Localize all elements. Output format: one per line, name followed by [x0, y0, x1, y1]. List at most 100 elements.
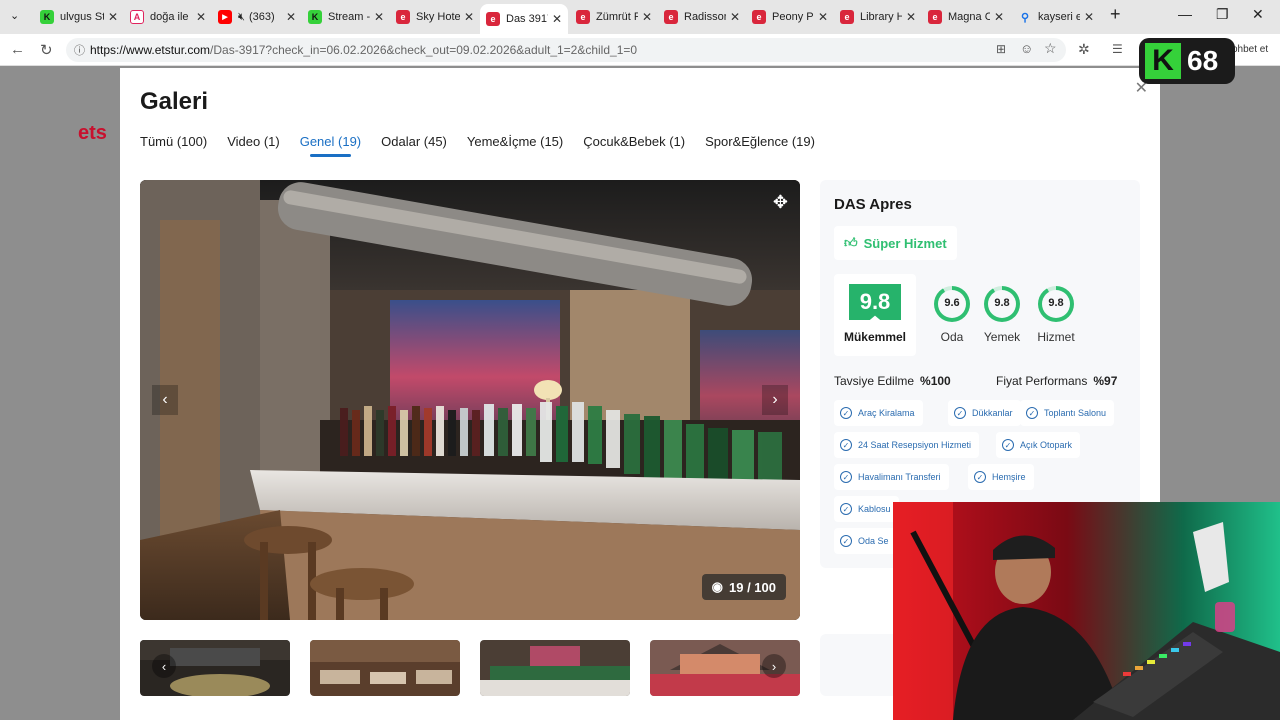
browser-tab-2[interactable]: A doğa ile ✕	[124, 4, 212, 30]
check-circle-icon: ✓	[954, 407, 966, 419]
tab-rooms[interactable]: Odalar (45)	[381, 134, 447, 157]
thumbnail-image	[480, 640, 630, 696]
url-host: https://www.etstur.com	[90, 43, 211, 57]
back-arrow-icon[interactable]: ←	[10, 41, 25, 58]
tab-list-chevron-icon[interactable]: ⌄	[10, 9, 19, 22]
browser-tab-3[interactable]: ▶ 🔇︎ (363) ✕	[212, 4, 302, 30]
tab-general[interactable]: Genel (19)	[300, 134, 361, 157]
tab-kids-baby[interactable]: Çocuk&Bebek (1)	[583, 134, 685, 157]
amenity-chip: ✓ Açık Otopark	[996, 432, 1081, 458]
close-tab-icon[interactable]: ✕	[108, 10, 118, 24]
check-circle-icon: ✓	[974, 471, 986, 483]
browser-tab-5[interactable]: e Sky Hotel ✕	[390, 4, 480, 30]
previous-photo-button[interactable]: ‹	[152, 385, 178, 415]
close-window-icon[interactable]: ✕	[1252, 6, 1264, 23]
tab-title: Sky Hotel	[416, 11, 460, 23]
thumbnail-3[interactable]	[480, 640, 630, 696]
maximize-icon[interactable]: ❐	[1216, 6, 1229, 23]
amenity-chip: ✓ 24 Saat Resepsiyon Hizmeti	[834, 432, 980, 458]
site-info-icon[interactable]: ⓘ	[74, 42, 85, 58]
close-tab-icon[interactable]: ✕	[552, 12, 562, 26]
favorites-icon[interactable]: ☰	[1112, 42, 1123, 56]
price-performance-label: Fiyat Performans	[996, 374, 1088, 388]
tab-food-drink[interactable]: Yeme&İçme (15)	[467, 134, 563, 157]
bar-photo-image	[140, 180, 800, 620]
price-performance-value: %97	[1093, 374, 1118, 388]
extensions-icon[interactable]: ✲	[1078, 41, 1090, 58]
close-tab-icon[interactable]: ✕	[818, 10, 828, 24]
tab-title: (363)	[248, 11, 275, 23]
tab-title: Peony Pa	[772, 11, 814, 23]
etstur-favicon-icon: e	[486, 12, 500, 26]
reader-icon[interactable]: ☺	[1020, 41, 1033, 56]
close-tab-icon[interactable]: ✕	[994, 10, 1004, 24]
browser-tab-10[interactable]: e Library H ✕	[834, 4, 922, 30]
viewer-count: 68	[1187, 45, 1219, 76]
thumbnails-next-button[interactable]: ›	[762, 654, 786, 678]
tab-video[interactable]: Video (1)	[227, 134, 280, 157]
score-ring-food: 9.8	[984, 286, 1020, 322]
price-performance-stat: Fiyat Performans %97	[996, 374, 1117, 388]
amenity-chip: ✓ Araç Kiralama	[834, 400, 923, 426]
muted-speaker-icon[interactable]: 🔇︎	[238, 11, 245, 24]
browser-tab-8[interactable]: e Radisson ✕	[658, 4, 746, 30]
browser-tab-9[interactable]: e Peony Pa ✕	[746, 4, 834, 30]
next-photo-button[interactable]: ›	[762, 385, 788, 415]
close-tab-icon[interactable]: ✕	[730, 10, 740, 24]
thumbnail-strip: ‹ ›	[140, 640, 800, 696]
score-ring-service: 9.8	[1038, 286, 1074, 322]
kick-logo-icon: K	[1145, 43, 1181, 79]
etstur-favicon-icon: e	[928, 10, 942, 24]
kick-favicon-icon: K	[308, 10, 322, 24]
browser-tab-bar: ⌄ K ulvgus St ✕ A doğa ile ✕ ▶ 🔇︎ (363) …	[0, 0, 1280, 34]
thumbnail-2[interactable]	[310, 640, 460, 696]
check-circle-icon: ✓	[1026, 407, 1038, 419]
amenity-chip: ✓ Kablosu	[834, 496, 899, 522]
browser-tab-4[interactable]: K Stream - ✕	[302, 4, 390, 30]
minimize-icon[interactable]: —	[1178, 6, 1192, 22]
service-score: 9.8	[1048, 297, 1064, 309]
browser-tab-12[interactable]: ⚲ kayseri e ✕	[1012, 4, 1100, 30]
browser-tab-1[interactable]: K ulvgus St ✕	[34, 4, 124, 30]
reload-icon[interactable]: ↻	[40, 41, 53, 59]
close-tab-icon[interactable]: ✕	[374, 10, 384, 24]
close-tab-icon[interactable]: ✕	[1084, 10, 1094, 24]
fullscreen-move-icon[interactable]: ✥	[773, 192, 788, 213]
amenity-label: Havalimanı Transferi	[858, 472, 941, 482]
new-tab-plus-icon[interactable]: +	[1110, 4, 1121, 25]
close-tab-icon[interactable]: ✕	[906, 10, 916, 24]
amenity-label: Oda Se	[858, 536, 889, 546]
etstur-favicon-icon: e	[664, 10, 678, 24]
amenity-label: Açık Otopark	[1020, 440, 1073, 450]
stream-viewer-badge: K 68	[1139, 38, 1235, 84]
tab-title: kayseri e	[1038, 11, 1080, 23]
bookmark-star-icon[interactable]: ☆	[1044, 40, 1057, 57]
tab-all[interactable]: Tümü (100)	[140, 134, 207, 157]
score-ring-room: 9.6	[934, 286, 970, 322]
tab-title: Library H	[860, 11, 902, 23]
browser-tab-11[interactable]: e Magna C ✕	[922, 4, 1010, 30]
check-circle-icon: ✓	[840, 407, 852, 419]
webcam-overlay	[893, 502, 1280, 720]
amenity-label: Hemşire	[992, 472, 1026, 482]
thumbnail-image	[310, 640, 460, 696]
thumbnails-prev-button[interactable]: ‹	[152, 654, 176, 678]
tab-title: Zümrüt P	[596, 11, 638, 23]
url-field[interactable]: ⓘ https://www.etstur.com/Das-3917?check_…	[66, 38, 1066, 62]
close-tab-icon[interactable]: ✕	[286, 10, 296, 24]
gallery-tabs: Tümü (100) Video (1) Genel (19) Odalar (…	[140, 134, 815, 157]
browser-tab-7[interactable]: e Zümrüt P ✕	[570, 4, 658, 30]
tab-sport-fun[interactable]: Spor&Eğlence (19)	[705, 134, 815, 157]
overall-score-card: 9.8 Mükemmel	[834, 274, 916, 356]
close-tab-icon[interactable]: ✕	[642, 10, 652, 24]
main-gallery-photo[interactable]: ‹ › ✥ ◉ 19 / 100	[140, 180, 800, 620]
apps-grid-icon[interactable]: ⊞	[996, 42, 1006, 56]
etstur-favicon-icon: e	[840, 10, 854, 24]
close-tab-icon[interactable]: ✕	[464, 10, 474, 24]
modal-title: Galeri	[140, 88, 209, 115]
profile-text: ohbet et	[1232, 44, 1269, 55]
overall-score-label: Mükemmel	[843, 330, 907, 344]
recommend-value: %100	[920, 374, 951, 388]
close-tab-icon[interactable]: ✕	[196, 10, 206, 24]
browser-tab-active[interactable]: e Das 3917 ✕	[480, 4, 568, 34]
